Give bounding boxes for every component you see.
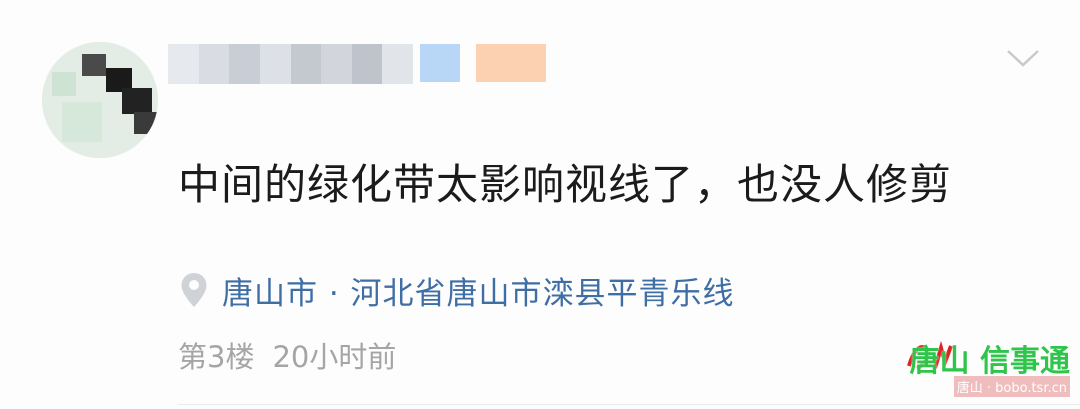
avatar-pixel xyxy=(82,54,106,76)
blur-block xyxy=(259,44,291,84)
chevron-down-icon[interactable] xyxy=(1006,48,1040,68)
blur-block xyxy=(382,44,413,84)
badge-icon xyxy=(420,44,460,82)
username-blurred[interactable] xyxy=(168,44,413,84)
comment-card: 中间的绿化带太影响视线了，也没人修剪 唐山市 · 河北省唐山市滦县平青乐线 第3… xyxy=(0,0,1080,409)
blur-block xyxy=(321,44,352,84)
blur-block xyxy=(198,44,230,84)
post-time: 20小时前 xyxy=(272,340,397,374)
avatar[interactable] xyxy=(42,42,158,158)
location-text: 唐山市 · 河北省唐山市滦县平青乐线 xyxy=(222,275,735,312)
watermark: 唐山 信事通 唐山 · bobo.tsr.cn xyxy=(905,336,1070,404)
blur-block xyxy=(229,44,260,84)
watermark-subtext: 唐山 · bobo.tsr.cn xyxy=(953,376,1070,397)
avatar-pixel xyxy=(134,112,158,134)
comment-text: 中间的绿化带太影响视线了，也没人修剪 xyxy=(178,160,953,209)
divider xyxy=(178,404,1080,405)
blur-block xyxy=(168,44,199,84)
avatar-pixel xyxy=(52,72,76,96)
level-badge xyxy=(476,44,546,82)
avatar-pixel xyxy=(122,88,152,114)
blur-block xyxy=(290,44,322,84)
location-pin-icon xyxy=(181,273,207,307)
avatar-pixel xyxy=(62,102,102,142)
watermark-text: 唐山 信事通 xyxy=(909,344,1070,379)
blur-block xyxy=(351,44,383,84)
post-meta: 第3楼 20小时前 xyxy=(178,334,396,376)
location-tag[interactable]: 唐山市 · 河北省唐山市滦县平青乐线 xyxy=(180,268,735,312)
floor-number: 第3楼 xyxy=(178,340,255,374)
